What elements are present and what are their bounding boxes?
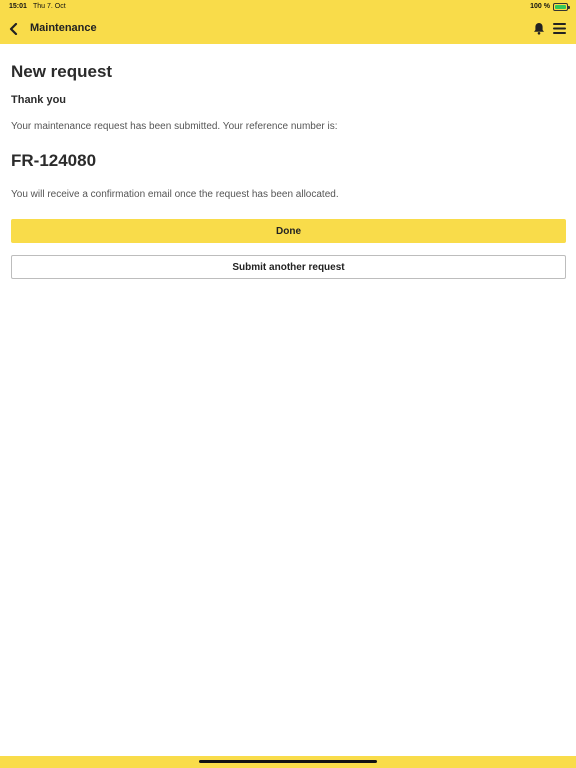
bell-icon: [534, 22, 544, 35]
battery-icon: [553, 3, 570, 11]
menu-button[interactable]: [551, 20, 567, 36]
done-button[interactable]: Done: [11, 219, 566, 243]
battery-percentage: 100 %: [530, 3, 550, 10]
status-date: Thu 7. Oct: [33, 3, 66, 10]
confirmation-message: You will receive a confirmation email on…: [11, 189, 339, 200]
notifications-button[interactable]: [531, 20, 547, 36]
bottom-bar: [0, 756, 576, 768]
nav-bar: Maintenance: [0, 14, 576, 44]
submit-another-request-button[interactable]: Submit another request: [11, 255, 566, 279]
status-bar: 15:01 Thu 7. Oct 100 %: [0, 0, 576, 14]
hamburger-menu-icon: [552, 22, 566, 34]
chevron-left-icon: [9, 23, 18, 35]
back-button[interactable]: [4, 19, 24, 39]
home-indicator[interactable]: [199, 760, 377, 763]
thank-you-heading: Thank you: [11, 94, 67, 106]
page-title: New request: [11, 62, 113, 81]
submission-message: Your maintenance request has been submit…: [11, 121, 338, 132]
screen: 15:01 Thu 7. Oct 100 % Maintenance New r…: [0, 0, 576, 768]
reference-number: FR-124080: [11, 151, 97, 170]
nav-title: Maintenance: [30, 22, 97, 34]
top-bar: 15:01 Thu 7. Oct 100 % Maintenance: [0, 0, 576, 44]
status-time: 15:01: [9, 3, 27, 10]
